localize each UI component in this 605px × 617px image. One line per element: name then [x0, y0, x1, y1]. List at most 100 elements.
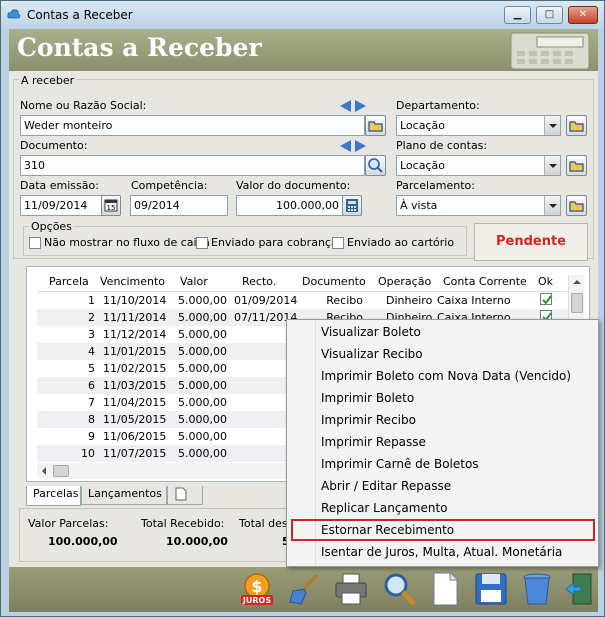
total-recebido-label: Total Recebido: [141, 517, 225, 530]
cell-documento: Recibo [326, 294, 363, 307]
cell-valor: 5.000,00 [178, 328, 227, 341]
cloud-app-icon [7, 9, 21, 19]
data-emissao-field[interactable]: 11/09/2014 [20, 195, 110, 216]
juros-text: JUROS [242, 596, 271, 605]
total-dest-label: Total dest [239, 517, 292, 530]
svg-text:15: 15 [107, 204, 116, 212]
date-picker-button[interactable]: 15 [101, 195, 121, 216]
cell-parcela: 8 [88, 413, 95, 426]
maximize-button[interactable]: □ [536, 6, 563, 24]
col-header-operacao[interactable]: Operação [378, 275, 431, 288]
tab-notes[interactable] [167, 486, 203, 505]
parcelamento-value: À vista [400, 199, 438, 212]
horizontal-scroll-thumb[interactable] [53, 465, 69, 477]
table-row[interactable]: 1 11/10/2014 5.000,00 01/09/2014 Recibo Dinhe… [37, 292, 569, 309]
cell-vencimento: 11/05/2015 [103, 413, 167, 426]
enviado-cartorio-checkbox[interactable] [332, 237, 344, 249]
cell-vencimento: 11/07/2015 [103, 447, 167, 460]
cell-parcela: 6 [88, 379, 95, 392]
col-header-conta-corrente[interactable]: Conta Corrente [443, 275, 527, 288]
col-header-documento[interactable]: Documento [302, 275, 366, 288]
col-header-parcela[interactable]: Parcela [49, 275, 89, 288]
cell-parcela: 10 [81, 447, 95, 460]
magnifier-icon[interactable] [381, 571, 417, 607]
ok-checkbox[interactable] [540, 293, 552, 305]
plano-folder-button[interactable] [566, 155, 587, 176]
cell-parcela: 7 [88, 396, 95, 409]
menu-item-visualizar-boleto[interactable]: Visualizar Boleto [291, 321, 595, 343]
menu-item-abrir-editar-repasse[interactable]: Abrir / Editar Repasse [291, 475, 595, 497]
tab-lancamentos[interactable]: Lançamentos [81, 486, 167, 505]
nao-mostrar-label: Não mostrar no fluxo de caixa [44, 236, 210, 249]
juros-icon[interactable]: $ JUROS [239, 571, 275, 607]
col-header-recto[interactable]: Recto. [242, 275, 276, 288]
menu-item-imprimir-repasse[interactable]: Imprimir Repasse [291, 431, 595, 453]
nav-arrows-icon[interactable] [339, 99, 367, 113]
valor-documento-field[interactable]: 100.000,00 [236, 195, 344, 216]
cell-parcela: 5 [88, 362, 95, 375]
chevron-down-icon[interactable] [544, 156, 560, 175]
trash-icon[interactable] [519, 571, 555, 607]
nome-field[interactable]: Weder monteiro [20, 115, 365, 136]
broom-icon[interactable] [287, 571, 323, 607]
status-badge: Pendente [474, 223, 588, 261]
enviado-cobranca-checkbox[interactable] [196, 237, 208, 249]
competencia-label: Competência: [131, 179, 208, 192]
cell-valor: 5.000,00 [178, 413, 227, 426]
parcelamento-label: Parcelamento: [396, 179, 475, 192]
menu-item-estornar-recebimento[interactable]: Estornar Recebimento [291, 519, 595, 541]
search-document-button[interactable] [365, 155, 386, 176]
col-header-vencimento[interactable]: Vencimento [100, 275, 165, 288]
cell-parcela: 2 [88, 311, 95, 324]
enviado-cartorio-label: Enviado ao cartório [347, 236, 455, 249]
nav-arrows-icon[interactable] [339, 139, 367, 153]
vertical-scroll-thumb[interactable] [571, 293, 583, 313]
parcelamento-folder-button[interactable] [566, 195, 587, 216]
cell-parcela: 1 [88, 294, 95, 307]
cell-vencimento: 11/10/2014 [103, 294, 167, 307]
open-folder-button[interactable] [365, 115, 386, 136]
parcelamento-select[interactable]: À vista [396, 195, 561, 216]
menu-item-visualizar-recibo[interactable]: Visualizar Recibo [291, 343, 595, 365]
plano-contas-value: Locação [400, 159, 445, 172]
menu-item-imprimir-recibo[interactable]: Imprimir Recibo [291, 409, 595, 431]
competencia-field[interactable]: 09/2014 [130, 195, 228, 216]
data-emissao-label: Data emissão: [20, 179, 99, 192]
chevron-down-icon[interactable] [544, 116, 560, 135]
search-icon [368, 158, 383, 173]
departamento-select[interactable]: Locação [396, 115, 561, 136]
floppy-save-icon[interactable] [473, 571, 509, 607]
close-button[interactable]: ✕ [568, 6, 598, 24]
cell-conta: Caixa Interno [437, 294, 511, 307]
calculator-button[interactable] [342, 195, 362, 216]
folder-icon [368, 121, 383, 132]
chevron-down-icon[interactable] [544, 196, 560, 215]
col-header-ok[interactable]: Ok [538, 275, 553, 288]
printer-icon[interactable] [333, 571, 369, 607]
documento-label: Documento: [20, 139, 88, 152]
title-bar: Contas a Receber ▁ □ ✕ [1, 1, 604, 29]
exit-door-icon[interactable] [565, 571, 595, 607]
menu-item-imprimir-boleto-com-nova-data-vencido[interactable]: Imprimir Boleto com Nova Data (Vencido) [291, 365, 595, 387]
menu-item-imprimir-boleto[interactable]: Imprimir Boleto [291, 387, 595, 409]
form-header: Contas a Receber [9, 29, 598, 71]
scroll-up-icon[interactable] [569, 275, 585, 289]
cell-valor: 5.000,00 [178, 362, 227, 375]
departamento-folder-button[interactable] [566, 115, 587, 136]
blank-page-icon[interactable] [427, 571, 463, 607]
cell-vencimento: 11/03/2015 [103, 379, 167, 392]
cell-parcela: 4 [88, 345, 95, 358]
cell-operacao: Dinheiro [386, 294, 433, 307]
menu-item-imprimir-carne-de-boletos[interactable]: Imprimir Carnê de Boletos [291, 453, 595, 475]
tab-parcelas[interactable]: Parcelas [26, 486, 81, 506]
menu-item-replicar-lancamento[interactable]: Replicar Lançamento [291, 497, 595, 519]
window-title: Contas a Receber [27, 8, 133, 22]
scroll-left-icon[interactable] [37, 463, 51, 479]
col-header-valor[interactable]: Valor [180, 275, 208, 288]
minimize-button[interactable]: ▁ [504, 6, 531, 24]
nao-mostrar-checkbox[interactable] [29, 237, 41, 249]
menu-item-isentar-de-juros-multa-atual-monetaria[interactable]: Isentar de Juros, Multa, Atual. Monetári… [291, 541, 595, 563]
nome-label: Nome ou Razão Social: [20, 99, 147, 112]
documento-field[interactable]: 310 [20, 155, 365, 176]
plano-contas-select[interactable]: Locação [396, 155, 561, 176]
